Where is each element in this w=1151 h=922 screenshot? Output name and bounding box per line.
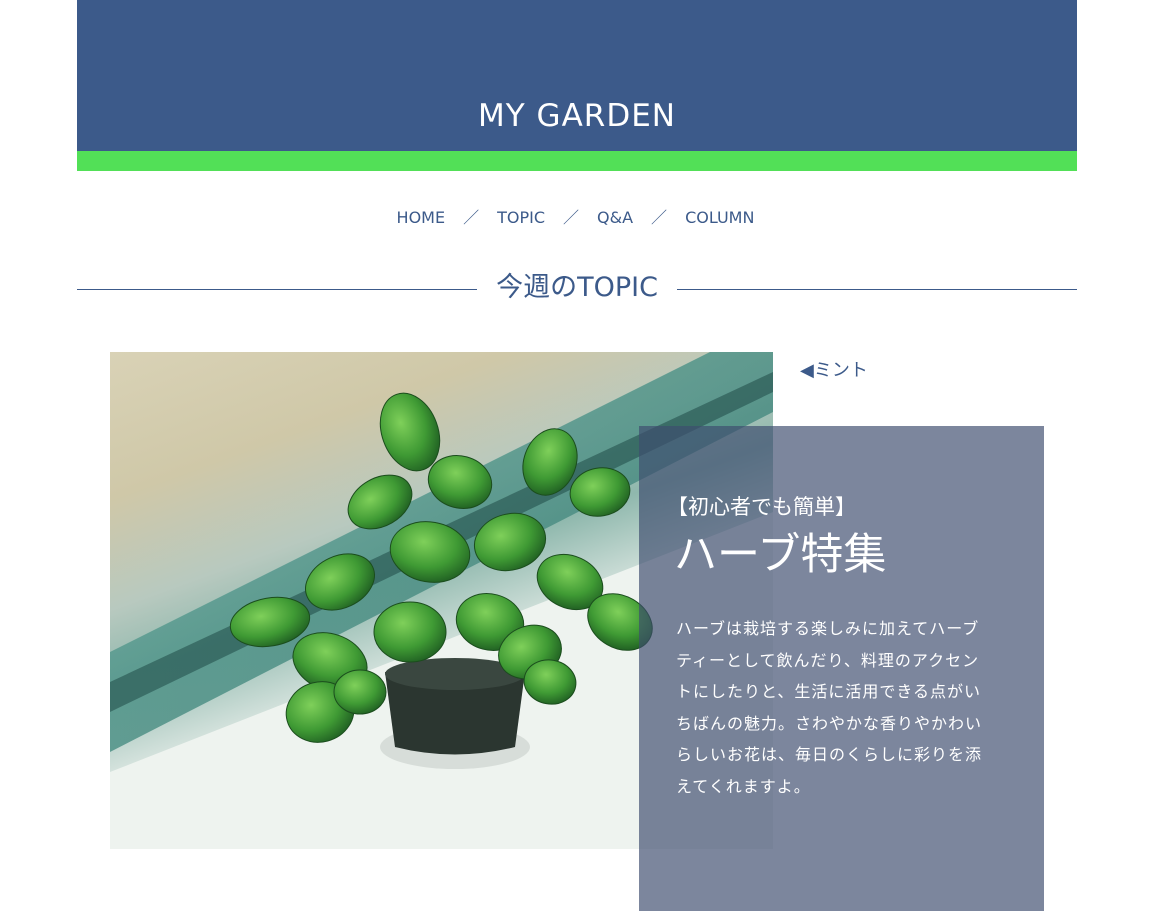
section-title: 今週のTOPIC	[496, 272, 658, 303]
feature-title: ハーブ特集	[674, 530, 887, 580]
nav-separator: ／	[463, 208, 480, 227]
section-heading: 今週のTOPIC	[77, 268, 1077, 310]
feature-body: ハーブは栽培する楽しみに加えてハーブ ティーとして飲んだり、料理のアクセン トに…	[676, 613, 1016, 802]
plant-caption: ◀ミント	[800, 360, 868, 381]
nav-item-home[interactable]: HOME	[397, 208, 446, 227]
feature-body-line: ティーとして飲んだり、料理のアクセン	[676, 650, 980, 670]
feature-body-line: ハーブは栽培する楽しみに加えてハーブ	[676, 619, 980, 638]
feature-body-line: ちばんの魅力。さわやかな香りやかわい	[676, 713, 983, 733]
feature-body-line: えてくれますよ。	[676, 776, 811, 796]
nav-item-column[interactable]: COLUMN	[685, 208, 754, 227]
header-accent-bar	[77, 151, 1077, 171]
feature-tag: 【初心者でも簡単】	[667, 495, 856, 519]
feature-body-line: トにしたりと、生活に活用できる点がい	[676, 682, 982, 701]
nav-item-topic[interactable]: TOPIC	[497, 208, 545, 227]
heading-rule-right	[677, 289, 1077, 290]
nav-separator: ／	[651, 208, 668, 227]
main-nav: HOME ／ TOPIC ／ Q&A ／ COLUMN	[0, 207, 1151, 229]
nav-item-qa[interactable]: Q&A	[597, 208, 633, 227]
site-title[interactable]: MY GARDEN	[77, 96, 1077, 136]
page: MY GARDEN HOME ／ TOPIC ／ Q&A ／ COLUMN 今週のTOPIC	[0, 0, 1151, 922]
feature-body-line: らしいお花は、毎日のくらしに彩りを添	[676, 745, 983, 764]
site-header: MY GARDEN	[77, 0, 1077, 151]
nav-separator: ／	[563, 208, 580, 227]
